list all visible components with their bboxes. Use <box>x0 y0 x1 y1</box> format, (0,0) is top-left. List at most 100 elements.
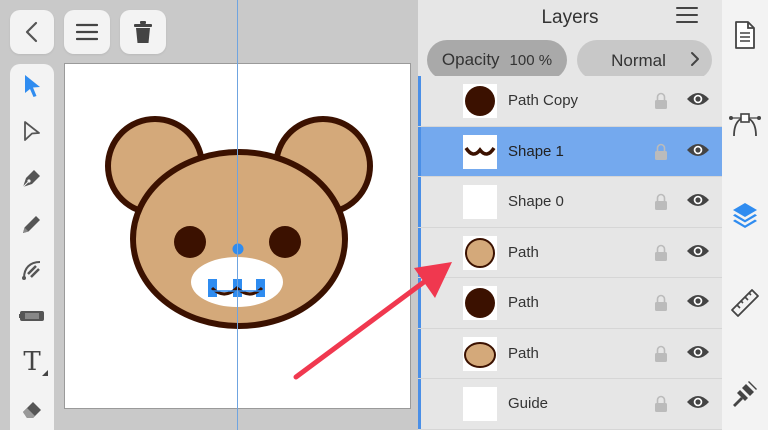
chevron-right-icon <box>691 52 699 66</box>
layer-visibility-toggle[interactable] <box>686 192 710 213</box>
direct-select-icon <box>24 121 40 141</box>
layer-indent-bar <box>418 126 421 176</box>
right-sidebar <box>722 0 768 430</box>
layer-row[interactable]: Shape 0 <box>418 177 722 228</box>
eye-icon <box>687 244 709 257</box>
pen-tool[interactable] <box>10 156 54 200</box>
brush-button[interactable] <box>722 372 768 418</box>
menu-icon <box>76 23 98 41</box>
layers-icon <box>733 203 757 228</box>
layer-name: Path <box>508 243 539 261</box>
node-tool[interactable] <box>10 248 54 292</box>
text-tool[interactable]: T <box>10 340 54 384</box>
layer-indent-bar <box>418 177 421 227</box>
lock-icon <box>655 92 667 109</box>
eye-icon <box>687 93 709 105</box>
menu-button[interactable] <box>64 10 110 54</box>
layer-lock-toggle[interactable] <box>654 244 668 267</box>
ruler-button[interactable] <box>722 280 768 326</box>
layer-thumbnail <box>463 185 497 219</box>
bear-artwork <box>105 116 373 329</box>
layer-thumbnail <box>463 235 497 270</box>
opacity-label: Opacity <box>441 50 500 69</box>
ruler-tool-icon <box>19 311 44 321</box>
layer-row[interactable]: Guide <box>418 379 722 430</box>
lock-icon <box>655 143 667 160</box>
layer-name: Path Copy <box>508 92 579 109</box>
text-tool-icon: T <box>23 347 41 377</box>
submenu-indicator-icon <box>42 370 48 376</box>
layer-indent-bar <box>418 76 421 126</box>
opacity-button[interactable]: Opacity 100 % <box>427 40 567 80</box>
layer-row[interactable]: Path <box>418 227 722 278</box>
vertical-guide[interactable] <box>237 0 238 430</box>
delete-button[interactable] <box>120 10 166 54</box>
back-button[interactable] <box>10 10 54 54</box>
ruler-icon <box>731 289 759 317</box>
lock-icon <box>655 193 667 210</box>
select-tool[interactable] <box>10 64 54 108</box>
layer-thumbnail <box>463 336 497 371</box>
layer-name: Path <box>508 294 539 311</box>
layer-name: Guide <box>508 395 549 412</box>
eye-icon <box>687 345 709 358</box>
layers-button[interactable] <box>722 192 768 238</box>
layer-visibility-toggle[interactable] <box>686 344 710 365</box>
layer-thumb-mouth-icon <box>464 146 496 156</box>
select-arrow-icon <box>25 75 40 97</box>
eraser-tool[interactable] <box>10 386 54 430</box>
right-eye[interactable] <box>269 226 301 258</box>
brush-icon <box>733 381 757 407</box>
pencil-tool[interactable] <box>10 202 54 246</box>
node-icon <box>22 261 41 280</box>
layer-row[interactable]: Path <box>418 328 722 379</box>
lock-icon <box>655 345 667 362</box>
bezier-icon <box>729 113 761 137</box>
layer-name: Shape 1 <box>508 142 564 160</box>
lock-icon <box>655 244 667 261</box>
layer-lock-toggle[interactable] <box>654 92 668 115</box>
eye-icon <box>687 396 709 408</box>
eye-icon <box>687 143 709 156</box>
layer-thumb-tan-ellipse-icon <box>464 341 496 368</box>
layer-thumb-dark-circle-icon <box>465 288 495 318</box>
direct-select-tool[interactable] <box>10 110 54 154</box>
layer-lock-toggle[interactable] <box>654 294 668 317</box>
layer-indent-bar <box>418 379 421 429</box>
layer-visibility-toggle[interactable] <box>686 293 710 314</box>
document-button[interactable] <box>722 12 768 58</box>
layer-visibility-toggle[interactable] <box>686 243 710 264</box>
layer-lock-toggle[interactable] <box>654 345 668 368</box>
layer-indent-bar <box>418 278 421 328</box>
opacity-value: 100 % <box>509 51 553 69</box>
lock-icon <box>655 294 667 311</box>
eraser-icon <box>23 402 41 418</box>
rotation-handle[interactable] <box>232 243 244 255</box>
document-icon <box>735 21 755 49</box>
layer-visibility-toggle[interactable] <box>686 142 710 163</box>
layer-thumb-tan-circle-icon <box>465 237 495 268</box>
back-icon <box>25 21 38 43</box>
layer-name: Shape 0 <box>508 193 564 210</box>
layer-lock-toggle[interactable] <box>654 395 668 418</box>
left-eye[interactable] <box>174 226 206 258</box>
layer-row[interactable]: Shape 1 <box>418 126 722 177</box>
layer-thumbnail <box>463 286 497 320</box>
layer-name: Path <box>508 344 539 362</box>
blend-mode-label: Normal <box>611 51 666 70</box>
layer-thumb-dark-circle-icon <box>465 86 495 116</box>
work-area[interactable]: T <box>0 0 418 430</box>
ruler-tool[interactable] <box>10 294 54 338</box>
layer-lock-toggle[interactable] <box>654 143 668 166</box>
blend-mode-button[interactable]: Normal <box>577 40 712 80</box>
layer-lock-toggle[interactable] <box>654 193 668 216</box>
layer-row[interactable]: Path <box>418 278 722 329</box>
layer-thumbnail <box>463 84 497 118</box>
layer-visibility-toggle[interactable] <box>686 394 710 415</box>
layer-visibility-toggle[interactable] <box>686 91 710 112</box>
layers-panel: Layers Opacity 100 % Normal Path Copy Sha… <box>418 0 722 430</box>
layers-menu-button[interactable] <box>676 6 700 30</box>
pen-icon <box>22 170 40 188</box>
layer-row[interactable]: Path Copy <box>418 76 722 127</box>
bezier-button[interactable] <box>722 102 768 148</box>
